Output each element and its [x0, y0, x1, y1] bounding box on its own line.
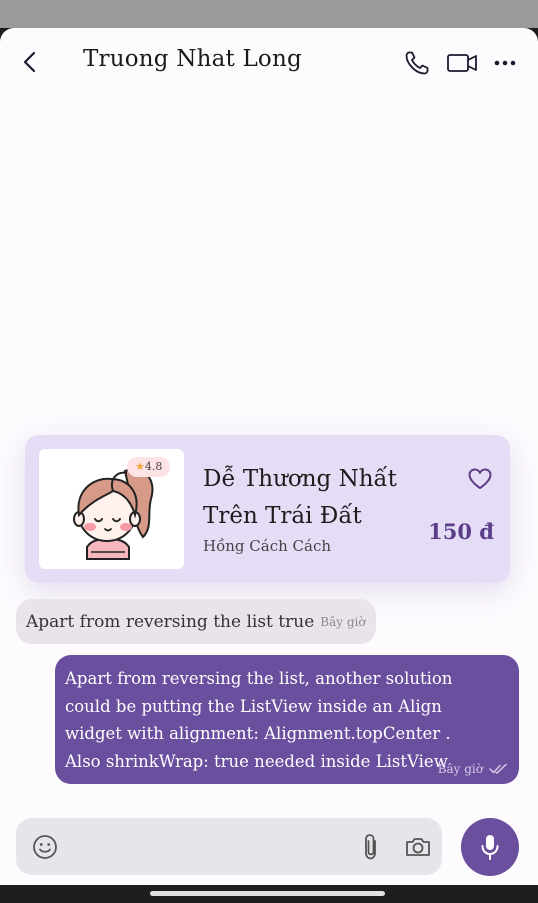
- double-check-icon: [489, 763, 507, 774]
- video-call-button[interactable]: [446, 48, 478, 78]
- message-text: Apart from reversing the list, another s…: [65, 669, 453, 771]
- product-image: ★4.8: [39, 449, 184, 569]
- rating-value: 4.8: [144, 460, 163, 473]
- voice-record-button[interactable]: [461, 818, 519, 876]
- microphone-icon: [481, 835, 499, 860]
- star-icon: ★: [135, 460, 145, 473]
- emoji-button[interactable]: [32, 834, 58, 860]
- message-time: Bây giờ: [320, 614, 366, 629]
- heart-icon: [468, 468, 492, 489]
- back-icon: [23, 51, 36, 73]
- product-price: 150 đ: [428, 519, 494, 544]
- camera-button[interactable]: [405, 834, 431, 860]
- phone-icon: [405, 51, 429, 75]
- product-author: Hồng Cách Cách: [203, 537, 332, 555]
- home-indicator[interactable]: [150, 891, 385, 896]
- emoji-icon: [33, 835, 57, 859]
- video-camera-icon: [447, 54, 477, 72]
- status-bar: [0, 0, 538, 28]
- message-composer: [16, 818, 442, 875]
- chat-screen: Truong Nhat Long ★4.8 Dễ Thương Nhất Trê…: [0, 28, 538, 885]
- favorite-button[interactable]: [466, 465, 494, 493]
- call-button[interactable]: [402, 48, 432, 78]
- attach-button[interactable]: [360, 832, 382, 862]
- rating-badge: ★4.8: [127, 457, 171, 477]
- message-time: Bây giờ: [437, 762, 483, 776]
- more-icon: [494, 60, 516, 66]
- message-meta: Bây giờ: [438, 762, 509, 776]
- back-button[interactable]: [16, 48, 44, 76]
- message-input[interactable]: [72, 818, 352, 875]
- product-card[interactable]: ★4.8 Dễ Thương Nhất Trên Trái Đất Hồng C…: [25, 435, 510, 583]
- paperclip-icon: [365, 834, 376, 860]
- page-title: Truong Nhat Long: [83, 46, 302, 72]
- outgoing-message[interactable]: Apart from reversing the list, another s…: [55, 655, 519, 784]
- product-title: Dễ Thương Nhất Trên Trái Đất: [203, 466, 397, 529]
- message-text: Apart from reversing the list true: [26, 611, 315, 632]
- incoming-message[interactable]: Apart from reversing the list true Bây g…: [16, 599, 376, 644]
- chat-header: Truong Nhat Long: [0, 28, 538, 98]
- camera-icon: [406, 838, 430, 856]
- more-button[interactable]: [492, 48, 522, 78]
